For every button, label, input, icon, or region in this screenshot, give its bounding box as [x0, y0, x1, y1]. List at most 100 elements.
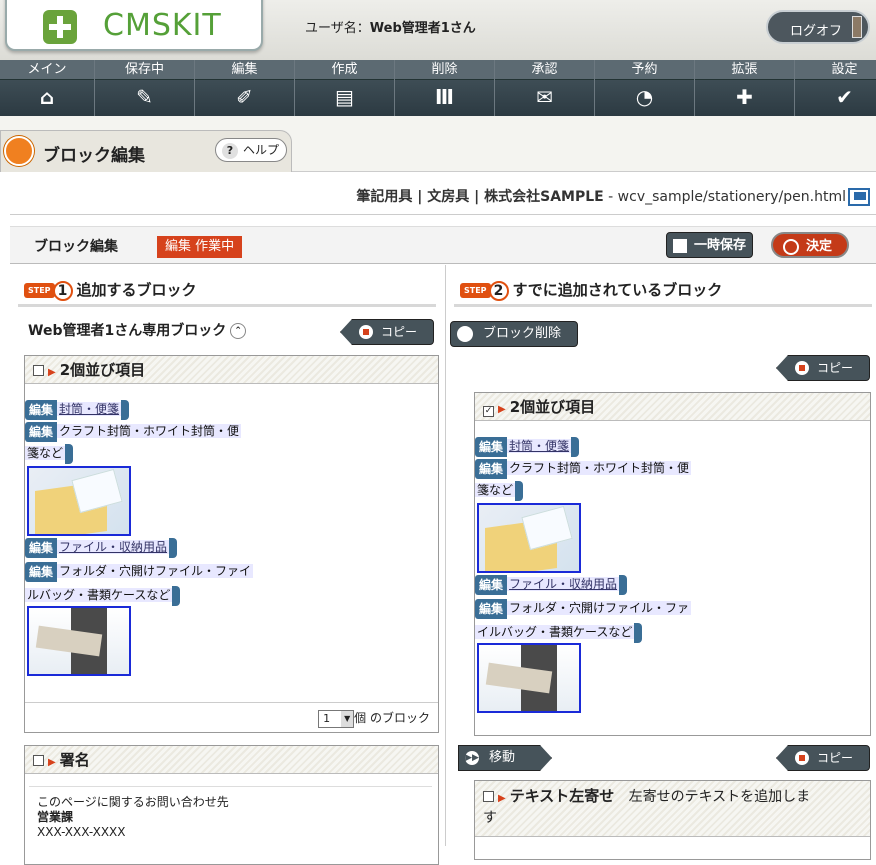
item-link[interactable]: ファイル・収納用品 — [57, 540, 170, 554]
copy-icon — [795, 751, 809, 765]
block-checkbox[interactable] — [33, 365, 44, 376]
edit-button[interactable]: 編集 — [475, 437, 508, 457]
logo-text: CMSKIT — [103, 8, 222, 43]
block-title: テキスト左寄せ — [509, 787, 615, 805]
copy-label: コピー — [817, 361, 854, 375]
nav-item-create[interactable]: 作成 ▤ — [295, 60, 395, 116]
signature-dept: 営業課 — [37, 810, 74, 824]
item-desc: 箋など — [25, 446, 66, 460]
decide-button[interactable]: 決定 — [771, 232, 849, 258]
draft-icon: ✎ — [136, 85, 153, 109]
step-tag: STEP — [24, 283, 55, 298]
block-checkbox[interactable] — [33, 755, 44, 766]
edit-button[interactable]: 編集 — [475, 459, 508, 479]
signature-content: このページに関するお問い合わせ先 営業課 XXX-XXX-XXXX — [29, 786, 432, 846]
logoff-button[interactable]: ログオフ — [766, 10, 870, 44]
pen-badge-icon — [4, 136, 34, 166]
item-row: 編集 ファイル・収納用品 — [475, 575, 628, 595]
trash-icon: Ⅲ — [435, 85, 454, 109]
approve-icon: ✉ — [536, 85, 553, 109]
step-number: 2 — [488, 280, 509, 301]
item-row: 編集 クラフト封筒・ホワイト封筒・便 — [25, 422, 242, 442]
item-desc: ルバッグ・書類ケースなど — [25, 588, 173, 602]
step2-title: すでに追加されているブロック — [512, 281, 723, 299]
step-underline — [18, 304, 436, 307]
item-desc: クラフト封筒・ホワイト封筒・便 — [57, 424, 242, 438]
copy-label: コピー — [381, 325, 418, 339]
logo[interactable]: CMSKIT — [5, 0, 263, 51]
page-title: ブロック編集 — [43, 146, 145, 166]
edit-button[interactable]: 編集 — [475, 575, 508, 595]
block-header[interactable]: ▶ 署名 — [25, 746, 438, 774]
nav-item-delete[interactable]: 削除 Ⅲ — [395, 60, 495, 116]
item-row: 編集 ファイル・収納用品 — [25, 538, 178, 558]
nav-label: 保存中 — [95, 60, 194, 80]
edit-button[interactable]: 編集 — [25, 422, 58, 442]
tag-tail — [515, 481, 524, 501]
count-select[interactable]: 1 — [318, 709, 355, 728]
nav-item-extend[interactable]: 拡張 ✚ — [695, 60, 795, 116]
file-image[interactable] — [477, 643, 581, 713]
help-label: ヘルプ — [243, 143, 280, 157]
envelope-image[interactable] — [27, 466, 131, 536]
tag-tail — [65, 444, 74, 464]
block-checkbox[interactable]: ✓ — [483, 406, 494, 417]
nav-item-saving[interactable]: 保存中 ✎ — [95, 60, 195, 116]
nav-label: 予約 — [595, 60, 694, 80]
block-header[interactable]: ▶ テキスト左寄せ 左寄せのテキストを追加します — [475, 781, 870, 837]
nav-item-reserve[interactable]: 予約 ◔ — [595, 60, 695, 116]
nav-item-settings[interactable]: 設定 ✔ — [795, 60, 876, 116]
home-icon: ⌂ — [39, 85, 55, 109]
copy-button[interactable]: コピー — [776, 355, 870, 381]
nav-label: 承認 — [495, 60, 594, 80]
item-link[interactable]: 封筒・便箋 — [507, 439, 572, 453]
envelope-image[interactable] — [477, 503, 581, 573]
delete-block-button[interactable]: ブロック削除 — [450, 321, 578, 347]
top-bar: CMSKIT ユーザ名：Web管理者1さん ログオフ — [0, 0, 876, 60]
file-image[interactable] — [27, 606, 131, 676]
nav-item-edit[interactable]: 編集 ✐ — [195, 60, 295, 116]
copy-button[interactable]: コピー — [776, 745, 870, 771]
item-row: イルバッグ・書類ケースなど — [475, 623, 643, 643]
item-desc: クラフト封筒・ホワイト封筒・便 — [507, 461, 692, 475]
block-title: 2個並び項目 — [509, 398, 596, 416]
item-link[interactable]: 封筒・便箋 — [57, 402, 122, 416]
copy-icon — [359, 325, 373, 339]
block-header[interactable]: ✓ ▶ 2個並び項目 — [475, 393, 870, 421]
step2-heading: STEP 2 すでに追加されているブロック — [460, 279, 722, 301]
expand-arrow-icon: ▶ — [498, 793, 506, 804]
existing-blocks-panel: STEP 2 すでに追加されているブロック ブロック削除 コピー ✓ ▶ 2個並び項目 … — [446, 265, 876, 860]
tab-block-edit[interactable]: ブロック編集 ? ヘルプ — [0, 130, 292, 172]
block-title: 2個並び項目 — [59, 361, 146, 379]
edit-button[interactable]: 編集 — [25, 400, 58, 420]
step1-heading: STEP 1 追加するブロック — [24, 279, 197, 301]
nav-label: 作成 — [295, 60, 394, 80]
open-window-icon[interactable] — [848, 188, 870, 206]
nav-item-approve[interactable]: 承認 ✉ — [495, 60, 595, 116]
help-button[interactable]: ? ヘルプ — [215, 138, 287, 162]
edit-button[interactable]: 編集 — [475, 599, 508, 619]
block-desc: 左寄せのテキストを追加しま — [628, 789, 811, 805]
main-nav: メイン ⌂ 保存中 ✎ 編集 ✐ 作成 ▤ 削除 Ⅲ 承認 ✉ 予約 ◔ 拡張 ✚ 設定 ✔ — [0, 60, 876, 116]
copy-button[interactable]: コピー — [340, 319, 434, 345]
user-name: Web管理者1さん — [369, 21, 476, 36]
block-checkbox[interactable] — [483, 791, 494, 802]
move-button[interactable]: ▶▶ 移動 — [458, 745, 552, 771]
step-tag: STEP — [460, 283, 491, 298]
temp-save-button[interactable]: 一時保存 — [666, 232, 753, 258]
nav-item-main[interactable]: メイン ⌂ — [0, 60, 95, 116]
breadcrumb: 筆記用具 | 文房具 | 株式会社SAMPLE - wcv_sample/sta… — [0, 186, 846, 206]
collapse-icon[interactable]: ⌃ — [230, 323, 247, 339]
block-desc: す — [483, 810, 497, 826]
tag-tail — [121, 400, 130, 420]
block-title: 署名 — [59, 751, 90, 769]
edit-toolbar: ブロック編集 編集 作業中 一時保存 決定 — [10, 226, 876, 264]
move-label: 移動 — [489, 750, 516, 765]
add-blocks-panel: STEP 1 追加するブロック Web管理者1さん専用ブロック ⌃ コピー ▶ 2個並び… — [10, 265, 445, 865]
edit-button[interactable]: 編集 — [25, 538, 58, 558]
item-link[interactable]: ファイル・収納用品 — [507, 577, 620, 591]
block-header[interactable]: ▶ 2個並び項目 — [25, 356, 438, 384]
step-underline — [454, 304, 872, 307]
edit-button[interactable]: 編集 — [25, 562, 58, 582]
tag-tail — [571, 437, 580, 457]
